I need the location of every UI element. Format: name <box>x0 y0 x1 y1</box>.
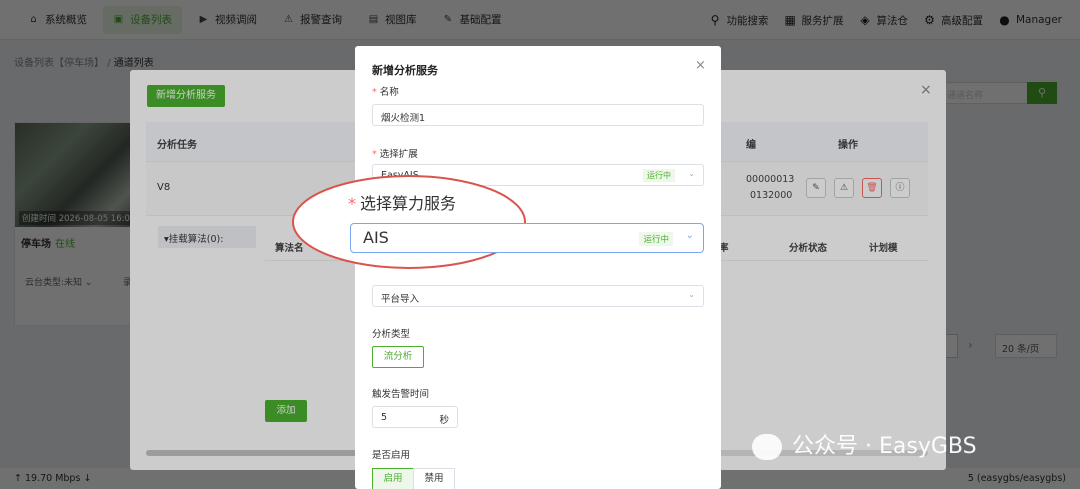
required-mark: * <box>348 194 356 213</box>
enable-on-button[interactable]: 启用 <box>372 468 414 489</box>
callout-label-text: 选择算力服务 <box>360 194 457 213</box>
alarm-time-unit: 秒 <box>439 415 449 426</box>
stream-analysis-button[interactable]: 流分析 <box>372 346 424 368</box>
alarm-time-label: 触发告警时间 <box>372 389 430 400</box>
source-value: 平台导入 <box>381 294 420 305</box>
name-label-text: 名称 <box>379 87 399 98</box>
enable-label: 是否启用 <box>372 450 411 461</box>
chevron-down-icon: ⌄ <box>685 230 694 241</box>
name-label: * 名称 <box>372 84 399 98</box>
extension-label: * 选择扩展 <box>372 146 418 160</box>
running-badge: 运行中 <box>639 232 673 246</box>
close-icon[interactable]: × <box>695 58 706 73</box>
watermark-text: 公众号 · EasyGBS <box>792 434 977 459</box>
callout-compute-value: AIS <box>363 228 389 247</box>
wechat-icon <box>752 434 782 460</box>
source-select[interactable]: 平台导入 ⌄ <box>372 285 704 307</box>
callout-label: * 选择算力服务 <box>348 190 456 214</box>
compute-callout: * 选择算力服务 AIS 运行中 ⌄ <box>340 178 708 268</box>
required-mark: * <box>372 87 377 98</box>
enable-off-button[interactable]: 禁用 <box>413 468 455 489</box>
modal-title: 新增分析服务 <box>372 64 438 77</box>
watermark: 公众号 · EasyGBS <box>752 428 977 460</box>
extension-label-text: 选择扩展 <box>379 149 418 160</box>
alarm-time-value: 5 <box>381 412 388 423</box>
chevron-down-icon: ⌄ <box>688 290 695 299</box>
name-input[interactable]: 烟火检测1 <box>372 104 704 126</box>
chevron-down-icon: ⌄ <box>688 169 695 178</box>
callout-compute-select[interactable]: AIS 运行中 ⌄ <box>350 223 704 253</box>
required-mark: * <box>372 149 377 160</box>
alarm-time-input[interactable]: 5秒 <box>372 406 458 428</box>
analysis-type-label: 分析类型 <box>372 329 411 340</box>
